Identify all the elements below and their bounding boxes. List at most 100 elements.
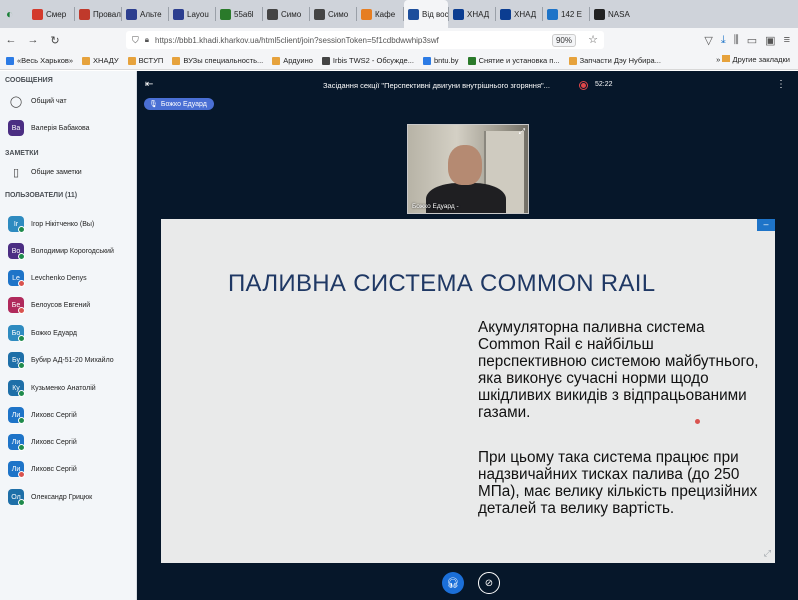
bookmark-item[interactable]: «Весь Харьков» [6, 56, 73, 65]
presentation-slide[interactable]: – ПАЛИВНА СИСТЕМА COMMON RAIL Акумулятор… [161, 219, 775, 563]
pocket-icon[interactable]: ▽ [704, 34, 712, 47]
browser-tab[interactable]: Альте [122, 0, 168, 28]
fullscreen-icon[interactable]: ⤢ [764, 548, 771, 559]
talking-indicator[interactable]: 🎙︎ Божко Едуард [144, 98, 214, 110]
recording-icon[interactable] [579, 81, 588, 90]
reload-icon[interactable]: ↻ [44, 34, 66, 47]
bookmark-item[interactable]: ВУЗы специальность... [172, 56, 263, 65]
bookmark-item[interactable]: ХНАДУ [82, 56, 119, 65]
user-name: Божко Едуард [31, 329, 77, 337]
bookmark-star-icon[interactable]: ☆ [588, 33, 598, 46]
user-list-sidebar: СООБЩЕНИЯ ◯ Общий чат Ва Валерія Бабаков… [0, 71, 137, 600]
browser-tab[interactable]: Провал д [75, 0, 121, 28]
browser-tab-label: Провал д [93, 9, 121, 19]
user-list-item[interactable]: Ли Лиховс Сергій [8, 407, 133, 424]
user-list-item[interactable]: Бу Бубир АД-51-20 Михайло [8, 352, 133, 369]
private-chat-item[interactable]: Ва Валерія Бабакова [8, 120, 133, 136]
bookmark-item[interactable]: ВСТУП [127, 56, 163, 65]
user-list-item[interactable]: Бе Белоусов Евгений [8, 297, 133, 314]
bookmark-item[interactable]: Запчасти Дэу Нубира... [568, 56, 661, 65]
toolbar-right: ▽ ⤓ ⫼ ▭ ▣ ≡ [704, 28, 798, 52]
bookmark-item[interactable]: Ардуино [272, 56, 313, 65]
avatar: Ли [8, 407, 25, 424]
slide-title: ПАЛИВНА СИСТЕМА COMMON RAIL [228, 270, 656, 297]
avatar: Ку [8, 380, 25, 397]
bookmark-icon [467, 56, 476, 65]
browser-tab[interactable]: Симо [310, 0, 356, 28]
browser-tab[interactable]: ХНАД [496, 0, 542, 28]
browser-app-icon[interactable]: ◐ [6, 7, 22, 21]
user-status-icon [18, 307, 25, 314]
browser-tab[interactable]: Симо [263, 0, 309, 28]
camera-off-icon: ⊘ [484, 577, 494, 589]
user-list-item[interactable]: Ли Лиховс Сергій [8, 434, 133, 451]
avatar: Le [8, 270, 25, 287]
options-menu-icon[interactable]: ⋮ [776, 79, 786, 90]
talker-name: Божко Едуард [160, 100, 207, 108]
browser-tab[interactable]: Смер [28, 0, 74, 28]
user-status-icon [18, 335, 25, 342]
favicon-icon [594, 8, 605, 20]
user-list-item[interactable]: Le Levchenko Denys [8, 270, 133, 287]
extension-icon[interactable]: ▣ [765, 34, 775, 47]
download-icon[interactable]: ⤓ [721, 34, 726, 47]
browser-tab[interactable]: Layou [169, 0, 215, 28]
user-name: Лиховс Сергій [31, 438, 77, 446]
url-text[interactable]: https://bbb1.khadi.kharkov.ua/html5clien… [155, 36, 439, 45]
bookmark-item[interactable]: Снятие и установка п... [467, 56, 560, 65]
bookmark-item[interactable]: bntu.by [422, 56, 459, 65]
browser-tab[interactable]: NASA [590, 0, 636, 28]
user-status-icon [18, 471, 25, 478]
user-list-item[interactable]: Ir Ігор Нікітченко (Вы) [8, 216, 133, 233]
favicon-icon [126, 8, 137, 20]
lock-icon[interactable]: 🔒︎ [145, 35, 149, 45]
user-name: Кузьменко Анатолій [31, 384, 96, 392]
browser-tab[interactable]: 142 Е [543, 0, 589, 28]
other-bookmarks[interactable]: » Другие закладки [710, 55, 790, 64]
browser-tab[interactable]: ХНАД [449, 0, 495, 28]
user-list-item[interactable]: Ол Олександр Грицюк [8, 489, 133, 506]
browser-tab[interactable]: Кафе [357, 0, 403, 28]
avatar: Бу [8, 352, 25, 369]
browser-tab-label: Layou [187, 9, 209, 19]
pointer-dot [695, 419, 700, 424]
zoom-level[interactable]: 90% [551, 34, 576, 47]
user-list-item[interactable]: Ку Кузьменко Анатолій [8, 380, 133, 397]
browser-tab-bar: ◐ Смер Провал д Альте Layou 55a6l Симо Симо Каф… [0, 0, 798, 28]
recording-timer: 52:22 [595, 81, 613, 88]
audio-button[interactable]: 🎧︎ [442, 572, 464, 594]
minimize-presentation-button[interactable]: – [757, 219, 775, 231]
menu-icon[interactable]: ≡ [784, 34, 790, 46]
webcam-tile[interactable]: ⤢ Божко Едуард - [407, 124, 529, 214]
leave-icon[interactable]: ⇤ [145, 79, 153, 90]
shared-notes-item[interactable]: ▯ Общие заметки [8, 166, 133, 179]
library-icon[interactable]: ⫼ [734, 34, 739, 47]
bookmark-item[interactable]: Irbis TWS2 - Обсужде... [321, 56, 414, 65]
browser-tab-label: 142 Е [561, 9, 582, 19]
tab-list: Смер Провал д Альте Layou 55a6l Симо Симо Кафе В… [28, 0, 636, 28]
user-list-item[interactable]: Бо Божко Едуард [8, 325, 133, 342]
forward-icon[interactable]: → [22, 34, 44, 46]
meeting-title: Засідання секції "Перспективні двигуни в… [323, 81, 550, 90]
bookmark-icon [82, 56, 91, 65]
favicon-icon [500, 8, 511, 20]
address-bar[interactable]: ⛉ 🔒︎ https://bbb1.khadi.kharkov.ua/html5… [126, 31, 604, 49]
user-list-item[interactable]: Во Володимир Корогодський [8, 243, 133, 260]
browser-tab-label: Альте [140, 9, 162, 19]
user-list-item[interactable]: Ли Лиховс Сергій [8, 461, 133, 478]
reader-icon[interactable]: ▭ [747, 34, 757, 47]
chevron-double-right-icon: » [716, 55, 721, 64]
browser-tab[interactable]: 55a6l [216, 0, 262, 28]
browser-tab-label: Смер [46, 9, 67, 19]
user-name: Бубир АД-51-20 Михайло [31, 356, 114, 364]
browser-tab-label: Кафе [375, 9, 396, 19]
user-status-icon [18, 390, 25, 397]
back-icon[interactable]: ← [0, 34, 22, 46]
avatar: Ол [8, 489, 25, 506]
expand-icon[interactable]: ⤢ [519, 127, 525, 137]
headphones-icon: 🎧︎ [446, 577, 460, 589]
shield-icon[interactable]: ⛉ [132, 35, 139, 46]
browser-tab[interactable]: Від вос [404, 0, 448, 28]
share-camera-button[interactable]: ⊘ [478, 572, 500, 594]
public-chat-item[interactable]: ◯ Общий чат [8, 95, 133, 108]
